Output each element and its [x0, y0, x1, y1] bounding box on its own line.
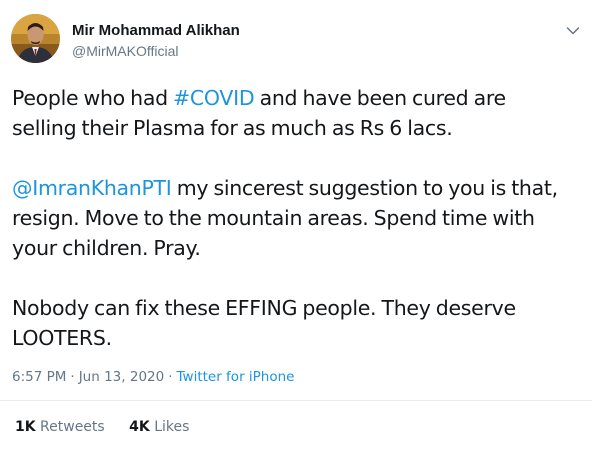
- chevron-down-icon[interactable]: [566, 26, 580, 36]
- mention-imrankhanpti-link[interactable]: @ImranKhanPTI: [12, 176, 172, 200]
- tweet-line: resign. Move to the mountain areas. Spen…: [12, 206, 535, 230]
- tweet-line: Nobody can fix these EFFING people. They…: [12, 296, 516, 320]
- tweet-line: selling their Plasma for as much as Rs 6…: [12, 116, 453, 140]
- tweet-paragraph: @ImranKhanPTI my sincerest suggestion to…: [12, 173, 582, 263]
- tweet-text-segment: People who had: [12, 86, 174, 110]
- retweets-label: Retweets: [40, 419, 105, 435]
- likes-label: Likes: [154, 419, 190, 435]
- likes-count: 4K: [129, 419, 150, 435]
- tweet-paragraph: People who had #COVID and have been cure…: [12, 83, 582, 143]
- profile-photo-icon: [11, 14, 60, 63]
- tweet-line: People who had #COVID and have been cure…: [12, 83, 582, 113]
- tweet-timestamp[interactable]: 6:57 PM · Jun 13, 2020: [12, 369, 164, 385]
- tweet-text: People who had #COVID and have been cure…: [12, 83, 582, 353]
- author-handle[interactable]: @MirMAKOfficial: [72, 42, 179, 60]
- tweet-card: Mir Mohammad Alikhan @MirMAKOfficial Peo…: [0, 0, 592, 450]
- tweet-paragraph: Nobody can fix these EFFING people. They…: [12, 293, 582, 353]
- meta-separator: ·: [168, 369, 173, 385]
- tweet-stats: 1K Retweets 4K Likes: [15, 418, 189, 436]
- meta-separator: ·: [70, 369, 75, 385]
- divider: [0, 400, 592, 401]
- tweet-line: @ImranKhanPTI my sincerest suggestion to…: [12, 173, 582, 203]
- likes-stat[interactable]: 4K Likes: [129, 418, 189, 436]
- tweet-time: 6:57 PM: [12, 369, 67, 385]
- author-name[interactable]: Mir Mohammad Alikhan: [72, 22, 240, 40]
- retweets-count: 1K: [15, 419, 36, 435]
- hashtag-covid-link[interactable]: #COVID: [173, 86, 255, 110]
- tweet-date: Jun 13, 2020: [78, 369, 165, 385]
- tweet-text-segment: and have been cured are: [254, 86, 507, 110]
- avatar[interactable]: [11, 14, 60, 63]
- tweet-line: LOOTERS.: [12, 326, 112, 350]
- retweets-stat[interactable]: 1K Retweets: [15, 418, 105, 436]
- tweet-line: your children. Pray.: [12, 236, 201, 260]
- tweet-source-link[interactable]: Twitter for iPhone: [177, 369, 295, 385]
- tweet-text-segment: my sincerest suggestion to you is that,: [171, 176, 558, 200]
- tweet-metadata: 6:57 PM · Jun 13, 2020 · Twitter for iPhone: [12, 368, 294, 386]
